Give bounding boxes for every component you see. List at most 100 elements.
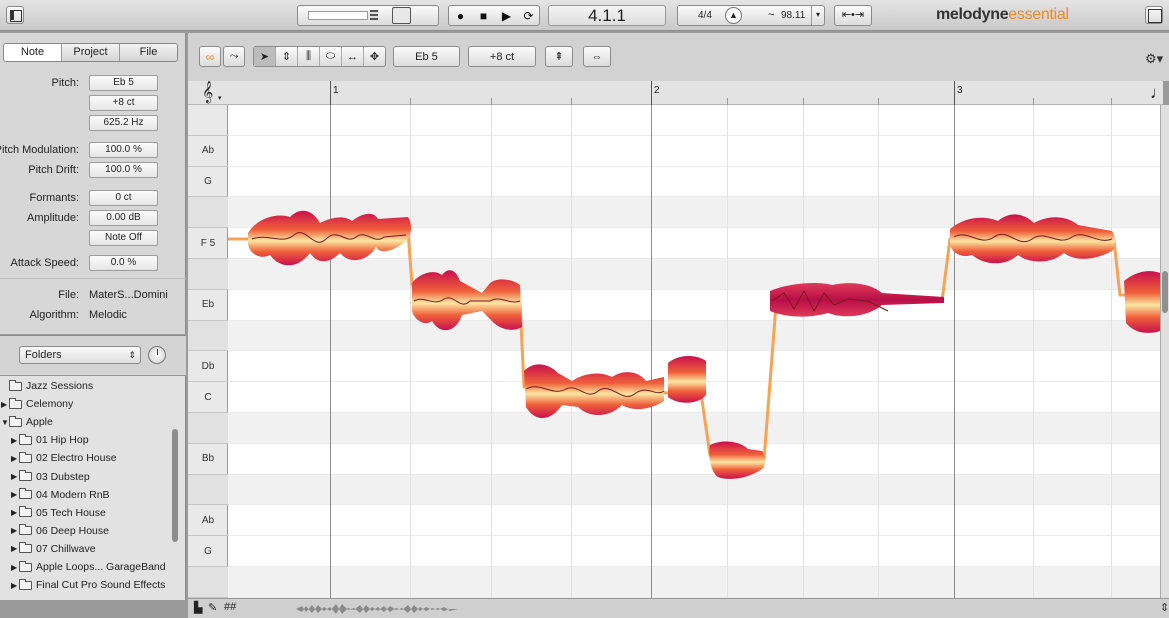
disclosure-closed-icon[interactable]: ▶ — [11, 454, 19, 463]
sidebar-toggle-icon[interactable] — [6, 6, 24, 24]
tuning-fork-icon[interactable]: ✎ — [208, 601, 217, 614]
disclosure-closed-icon[interactable]: ▶ — [11, 436, 19, 445]
pitch-key[interactable] — [188, 474, 228, 506]
disclosure-closed-icon[interactable]: ▶ — [11, 526, 19, 535]
timeline-ruler[interactable]: 𝄞 ▾ 1 2 3 ♩ — [188, 81, 1167, 105]
note-blobs[interactable] — [228, 105, 1160, 598]
disclosure-closed-icon[interactable]: ▶ — [11, 472, 19, 481]
quantize-time-icon[interactable]: ⇔ — [583, 46, 611, 67]
browser-scrollbar[interactable] — [172, 429, 178, 542]
folder-item[interactable]: ▶ 01 Hip Hop — [11, 431, 89, 449]
note-blob[interactable] — [1124, 271, 1160, 333]
pitch-key[interactable] — [188, 197, 228, 229]
folder-item[interactable]: ▶ Final Cut Pro Sound Effects — [11, 576, 165, 594]
note-assignment-icon[interactable]: ▙ — [194, 601, 202, 614]
pitch-key[interactable] — [188, 413, 228, 444]
play-icon[interactable]: ▶ — [495, 6, 518, 25]
stop-icon[interactable]: ■ — [472, 6, 495, 25]
folder-item[interactable]: ▶ Apple Loops... GarageBand — [11, 558, 166, 576]
position-display[interactable]: 4.1.1 — [548, 5, 666, 26]
pitch-key[interactable]: C — [188, 382, 228, 413]
tempo-dropdown-icon[interactable]: ▾ — [811, 6, 824, 25]
tab-note[interactable]: Note — [4, 44, 62, 61]
window-toggle-icon[interactable] — [1145, 6, 1163, 24]
amplitude-field[interactable]: 0.00 dB — [89, 210, 158, 226]
pitch-key[interactable] — [188, 567, 228, 598]
pitch-hz-field[interactable]: 625.2 Hz — [89, 115, 158, 131]
disclosure-closed-icon[interactable]: ▶ — [1, 400, 9, 409]
monitor-button[interactable] — [392, 7, 411, 24]
vertical-scrollbar[interactable] — [1160, 105, 1169, 598]
pitch-note-field[interactable]: Eb 5 — [89, 75, 158, 91]
pitch-field[interactable]: Eb 5 — [393, 46, 460, 67]
note-editor-grid[interactable] — [228, 105, 1160, 598]
folder-item[interactable]: ▶ 07 Chillwave — [11, 540, 96, 558]
disclosure-closed-icon[interactable]: ▶ — [11, 508, 19, 517]
formants-field[interactable]: 0 ct — [89, 190, 158, 206]
pitch-drift-field[interactable]: 100.0 % — [89, 162, 158, 178]
gear-icon[interactable]: ⚙▾ — [1145, 51, 1163, 67]
pitch-key[interactable]: Bb — [188, 444, 228, 475]
metronome-icon[interactable]: ▲ — [725, 7, 742, 24]
volume-slider[interactable] — [308, 11, 368, 20]
note-value-icon[interactable]: ♩ — [1150, 83, 1167, 103]
pitch-key[interactable]: Ab — [188, 136, 228, 167]
note-blob[interactable] — [709, 441, 765, 479]
pitch-key[interactable]: G — [188, 167, 228, 198]
folder-item[interactable]: ▶ 02 Electro House — [11, 449, 117, 467]
pitch-key[interactable]: F 5 — [188, 228, 228, 259]
time-tool-icon[interactable]: ↔ — [342, 47, 364, 66]
note-separation-tool-icon[interactable]: ⬭ — [320, 47, 342, 66]
tab-file[interactable]: File — [120, 44, 177, 61]
main-tool-icon[interactable]: ➤ — [254, 47, 276, 66]
loop-icon[interactable]: ⟳ — [517, 6, 540, 25]
pitch-tool-icon[interactable]: ⇕ — [276, 47, 298, 66]
cents-field[interactable]: +8 ct — [468, 46, 536, 67]
scroll-tool-icon[interactable]: ✥ — [364, 47, 385, 66]
disclosure-closed-icon[interactable]: ▶ — [11, 490, 19, 499]
clef-dropdown-icon[interactable]: ▾ — [218, 94, 222, 102]
treble-clef-icon[interactable]: 𝄞 — [202, 82, 213, 104]
folder-item[interactable]: ▶ 04 Modern RnB — [11, 486, 110, 504]
pitch-key[interactable]: G — [188, 536, 228, 567]
pitch-cents-field[interactable]: +8 ct — [89, 95, 158, 111]
scale-icon[interactable]: ## — [224, 601, 236, 613]
vertical-scroll-thumb[interactable] — [1162, 271, 1168, 313]
pitch-modulation-field[interactable]: 100.0 % — [89, 142, 158, 158]
overview-waveform[interactable] — [296, 602, 458, 616]
disclosure-closed-icon[interactable]: ▶ — [11, 581, 19, 590]
tempo-value[interactable]: 98.11 — [781, 10, 805, 21]
pitch-grid-icon[interactable]: ⤳ — [223, 46, 245, 67]
folder-item[interactable]: ▶ 05 Tech House — [11, 504, 106, 522]
pitch-ruler[interactable]: Ab G F 5 Eb Db C Bb Ab G — [188, 105, 228, 598]
time-signature[interactable]: 4/4 — [698, 10, 712, 21]
tab-project[interactable]: Project — [62, 44, 120, 61]
pitch-key[interactable] — [188, 320, 228, 352]
folder-item[interactable]: ▼ Apple — [1, 413, 53, 431]
folder-item[interactable]: ▶ 06 Deep House — [11, 522, 109, 540]
amplitude-tool-icon[interactable]: ⫼ — [298, 47, 320, 66]
tempo-detect-button[interactable]: ⇤•⇥ — [834, 5, 872, 26]
record-icon[interactable]: ● — [449, 6, 472, 25]
pitch-key[interactable] — [188, 105, 228, 136]
folder-item[interactable]: ▶ Celemony — [1, 395, 73, 413]
disclosure-open-icon[interactable]: ▼ — [1, 418, 9, 427]
resize-handle-icon[interactable]: ⇕ — [1160, 601, 1169, 614]
folder-item[interactable]: Jazz Sessions — [1, 377, 93, 395]
note-link-icon[interactable]: ∞ — [199, 46, 221, 67]
pitch-key[interactable]: Db — [188, 351, 228, 383]
disclosure-closed-icon[interactable]: ▶ — [11, 544, 19, 553]
folder-item[interactable]: ▶ 03 Dubstep — [11, 468, 90, 486]
ruler-beat-tick — [1032, 98, 1034, 105]
preview-volume-knob[interactable] — [148, 346, 166, 364]
attack-speed-field[interactable]: 0.0 % — [89, 255, 158, 271]
disclosure-closed-icon[interactable]: ▶ — [11, 563, 19, 572]
pitch-key[interactable]: Ab — [188, 505, 228, 537]
pitch-key[interactable]: Eb — [188, 290, 228, 321]
note-off-button[interactable]: Note Off — [89, 230, 158, 246]
note-blob[interactable] — [668, 356, 706, 403]
note-blob[interactable] — [524, 364, 664, 418]
quantize-pitch-icon[interactable]: ⇞ — [545, 46, 573, 67]
folders-select[interactable]: Folders ⇕ — [19, 346, 141, 364]
pitch-key[interactable] — [188, 259, 228, 290]
